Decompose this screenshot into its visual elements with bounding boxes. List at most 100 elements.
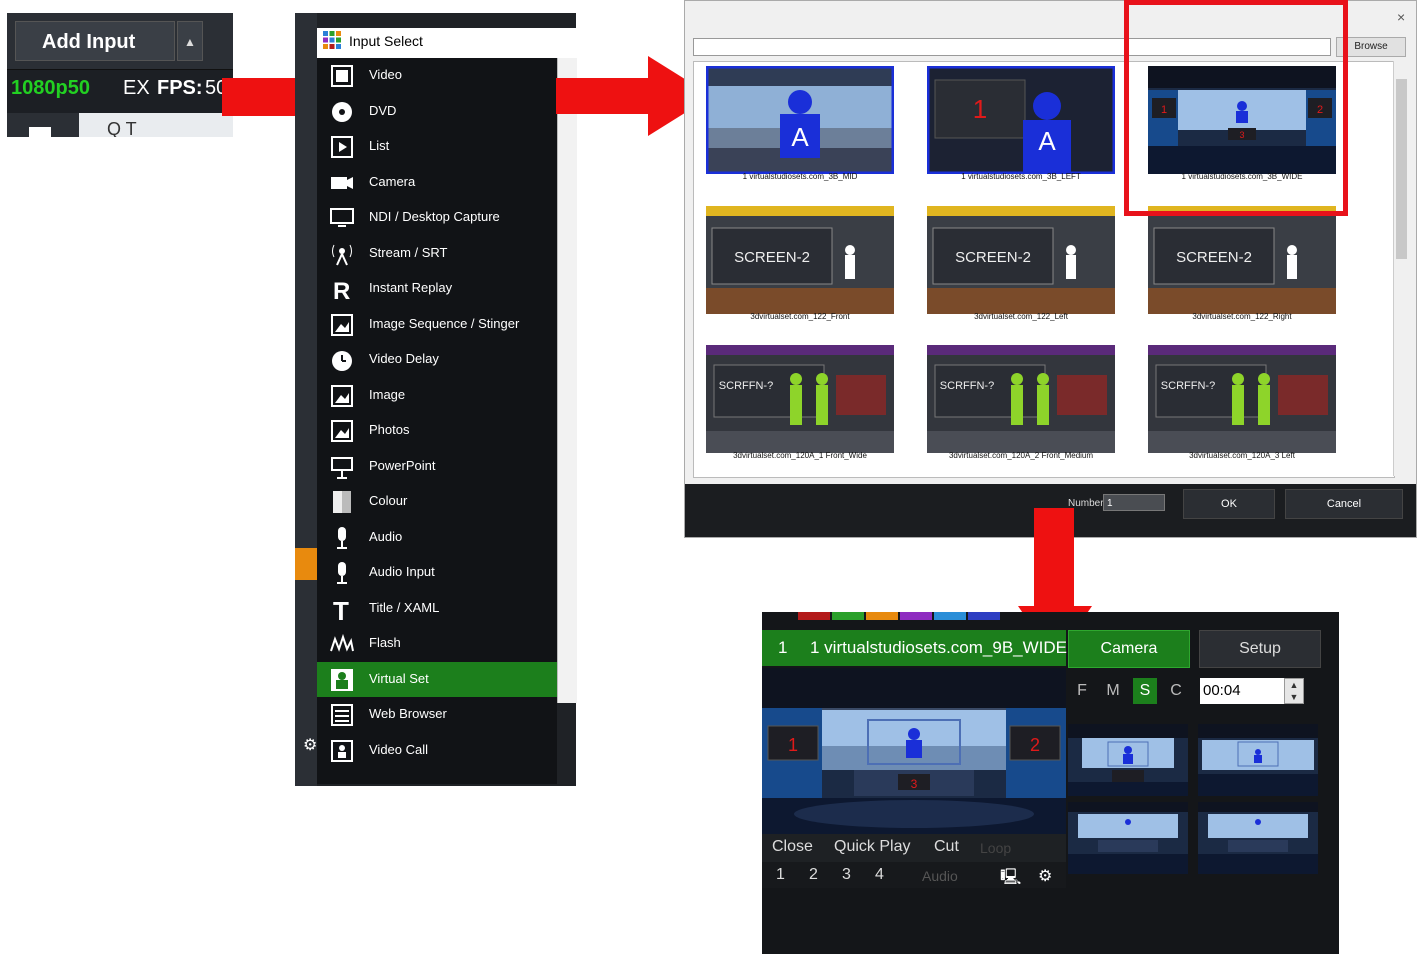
photos-icon	[331, 420, 353, 442]
fps-label: FPS:	[157, 77, 203, 99]
input-type-label: Instant Replay	[369, 280, 453, 295]
cut-button[interactable]: Cut	[934, 838, 959, 856]
input-type-label: Image Sequence / Stinger	[369, 315, 520, 331]
duration-spinner[interactable]: ▲ ▼	[1284, 678, 1304, 704]
thumb-one-label: 1	[973, 94, 987, 124]
input-panel: 1 1 virtualstudiosets.com_9B_WIDE 1 2 3 …	[762, 612, 1339, 954]
color-tab[interactable]	[968, 612, 1000, 620]
setup-button[interactable]: Setup	[1199, 630, 1321, 668]
preview-left-number: 1	[788, 735, 798, 755]
input-type-item[interactable]: Audio Input	[317, 555, 557, 590]
input-type-label: Audio	[369, 528, 403, 544]
virtual-set-thumbnail[interactable]: SCRFFN-?	[706, 345, 894, 453]
input-type-label: Flash	[369, 635, 401, 650]
camera-preset-2[interactable]	[1198, 724, 1318, 796]
ok-button[interactable]: OK	[1183, 489, 1275, 519]
overlay-number-button[interactable]: 1	[776, 866, 785, 884]
highlight-box	[1124, 0, 1348, 216]
color-tab[interactable]	[866, 612, 898, 620]
input-type-item[interactable]: Virtual Set	[317, 661, 557, 697]
color-tab[interactable]	[934, 612, 966, 620]
color-tab[interactable]	[900, 612, 932, 620]
input-type-item[interactable]: Flash	[317, 626, 557, 661]
close-icon[interactable]: ×	[1397, 9, 1405, 25]
virtual-set-thumbnail[interactable]: A	[706, 66, 894, 174]
taskbar-search[interactable]: Q T	[107, 119, 137, 137]
gear-icon[interactable]: ⚙	[303, 735, 317, 755]
loop-button[interactable]: Loop	[980, 840, 1011, 856]
input-type-item[interactable]: List	[317, 129, 557, 164]
camera-preset-1[interactable]	[1068, 724, 1188, 796]
virtual-set-thumbnail[interactable]: SCREEN-2	[927, 206, 1115, 314]
input-type-item[interactable]: Video	[317, 58, 557, 93]
transition-mode-button[interactable]: F	[1070, 678, 1094, 704]
audio-button[interactable]: Audio	[922, 868, 958, 884]
title-icon: T	[333, 596, 349, 622]
input-type-item[interactable]: Audio	[317, 520, 557, 555]
virtual-set-thumbnail[interactable]: SCRFFN-?	[927, 345, 1115, 453]
colour-icon	[333, 491, 351, 513]
input-type-label: NDI / Desktop Capture	[369, 209, 500, 224]
camera-button[interactable]: Camera	[1068, 630, 1190, 668]
input-type-item[interactable]: T Title / XAML	[317, 591, 557, 626]
thumb-screen-alt-label: SCRFFN-?	[1161, 380, 1215, 392]
transition-mode-button[interactable]: S	[1133, 678, 1157, 704]
clock-icon	[332, 351, 352, 371]
thumb-screen2-label: SCREEN-2	[734, 249, 810, 266]
virtual-set-preview[interactable]: 1 2 3	[762, 668, 1066, 846]
input-type-label: Audio Input	[369, 564, 435, 579]
overlay-number-button[interactable]: 3	[842, 866, 851, 884]
overlay-number-button[interactable]: 2	[809, 866, 818, 884]
person-icon	[331, 668, 353, 691]
color-tab[interactable]	[832, 612, 864, 620]
number-select[interactable]: 1	[1103, 494, 1165, 511]
virtual-set-thumbnail[interactable]: SCREEN-2	[1148, 206, 1336, 314]
input-type-item[interactable]: Web Browser	[317, 697, 557, 732]
input-number: 1	[778, 638, 788, 657]
overlay-number-button[interactable]: 4	[875, 866, 884, 884]
camera-preset-4[interactable]	[1198, 802, 1318, 874]
virtual-set-thumbnail[interactable]: 1A	[927, 66, 1115, 174]
transition-mode-button[interactable]: M	[1101, 678, 1125, 704]
thumb-screen2-label: SCREEN-2	[955, 249, 1031, 266]
input-type-item[interactable]: Video Delay	[317, 342, 557, 377]
input-type-item[interactable]: Image Sequence / Stinger	[317, 307, 557, 342]
scrollbar-thumb[interactable]	[1396, 79, 1407, 259]
input-type-item[interactable]: Photos	[317, 413, 557, 448]
input-type-item[interactable]: DVD	[317, 94, 557, 129]
input-type-item[interactable]: Colour	[317, 484, 557, 519]
duration-field[interactable]: 00:04	[1200, 678, 1284, 704]
close-button[interactable]: Close	[772, 838, 813, 856]
virtual-set-thumbnail[interactable]: SCRFFN-?	[1148, 345, 1336, 453]
windows-icon	[29, 127, 51, 137]
input-type-item[interactable]: Image	[317, 378, 557, 413]
virtual-set-thumbnail[interactable]: SCREEN-2	[706, 206, 894, 314]
input-type-item[interactable]: R Instant Replay	[317, 271, 557, 306]
input-type-item[interactable]: Camera	[317, 165, 557, 200]
input-type-label: PowerPoint	[369, 457, 436, 473]
virtual-set-caption: 3dvirtualset.com_120A_3 Left	[1189, 451, 1295, 460]
input-type-label: Image	[369, 386, 406, 402]
resolution-label: 1080p50	[11, 77, 90, 99]
monitor-icon[interactable]: 🖳	[1000, 866, 1021, 893]
quick-play-button[interactable]: Quick Play	[834, 838, 910, 856]
gear-icon[interactable]: ⚙	[1038, 866, 1052, 886]
input-type-item[interactable]: Stream / SRT	[317, 236, 557, 271]
input-type-label: Video Delay	[369, 351, 439, 366]
add-input-dropdown-icon[interactable]: ▲	[177, 21, 203, 61]
cancel-button[interactable]: Cancel	[1285, 489, 1403, 519]
image-sequence-icon	[331, 313, 353, 336]
replay-icon: R	[333, 278, 350, 302]
color-tab[interactable]	[798, 612, 830, 620]
flash-icon	[330, 633, 354, 652]
add-input-button[interactable]: Add Input	[15, 21, 175, 61]
input-select-window: ⚙ Input Select Video DVD List Camera NDI / D…	[295, 13, 577, 786]
transition-mode-button[interactable]: C	[1164, 678, 1188, 704]
input-type-item[interactable]: PowerPoint	[317, 449, 557, 484]
input-type-item[interactable]: Video Call	[317, 733, 557, 768]
virtual-set-caption: 1 virtualstudiosets.com_3B_MID	[742, 172, 858, 181]
input-type-item[interactable]: NDI / Desktop Capture	[317, 200, 557, 235]
input-type-label: Web Browser	[369, 706, 447, 721]
camera-preset-3[interactable]	[1068, 802, 1188, 874]
input-type-label: DVD	[369, 102, 397, 118]
